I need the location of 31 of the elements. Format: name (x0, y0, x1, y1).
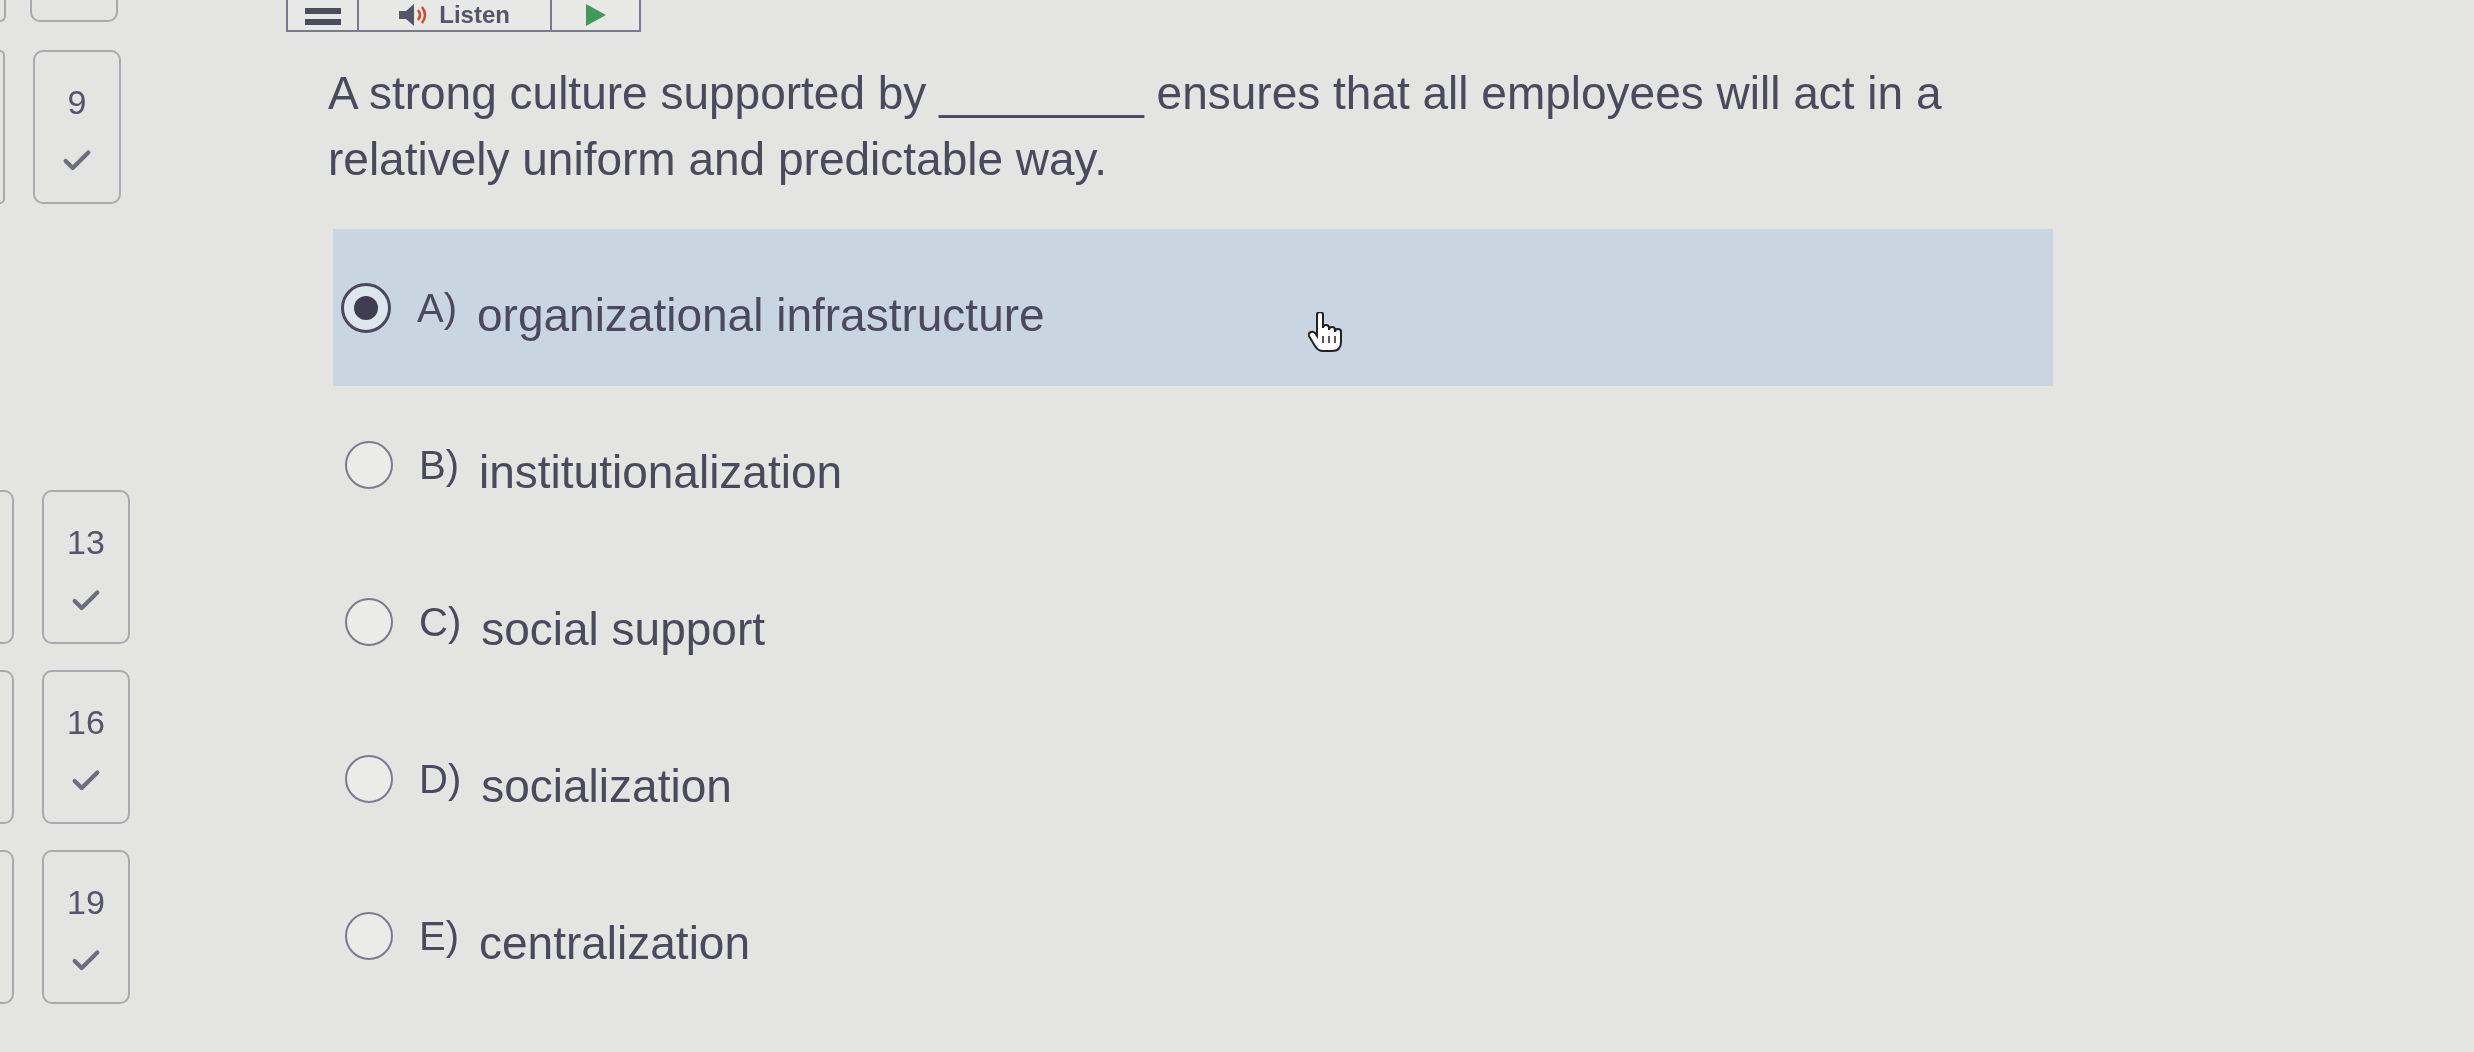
option-text: institutionalization (479, 444, 843, 499)
menu-icon (304, 8, 341, 26)
radio-button[interactable] (345, 440, 393, 489)
radio-button[interactable] (345, 911, 393, 960)
option-letter: C) (419, 598, 462, 646)
option-text: socialization (481, 758, 732, 813)
question-text: A strong culture supported by ________ ensures that all employees will act in a relatively uniform and predictable way. (328, 66, 1943, 187)
question-tile[interactable] (0, 0, 6, 22)
play-icon (585, 4, 606, 26)
radio-button[interactable] (341, 282, 391, 333)
hand-cursor-icon (1308, 312, 1342, 352)
selected-option-highlight[interactable]: A) organizational infrastructure (333, 229, 2053, 386)
option-text: centralization (479, 915, 751, 970)
radio-button[interactable] (345, 754, 393, 803)
option-letter: A) (417, 284, 457, 332)
option-letter: D) (419, 755, 462, 803)
question-tile[interactable] (0, 850, 14, 1004)
question-tile[interactable]: 16 (42, 670, 130, 824)
question-tile[interactable]: 19 (42, 850, 130, 1004)
option-letter: B) (419, 441, 459, 489)
question-tile[interactable] (0, 490, 14, 644)
question-tile[interactable] (0, 670, 14, 824)
option-letter: E) (419, 912, 459, 960)
question-tile[interactable] (30, 0, 118, 22)
listen-button[interactable]: Listen (357, 0, 550, 30)
question-tile[interactable] (0, 50, 5, 204)
radio-button[interactable] (345, 597, 393, 646)
option-text: organizational infrastructure (477, 287, 1045, 342)
question-tile[interactable]: 9 (33, 50, 121, 204)
question-tile[interactable]: 13 (42, 490, 130, 644)
option-text: social support (481, 601, 766, 656)
